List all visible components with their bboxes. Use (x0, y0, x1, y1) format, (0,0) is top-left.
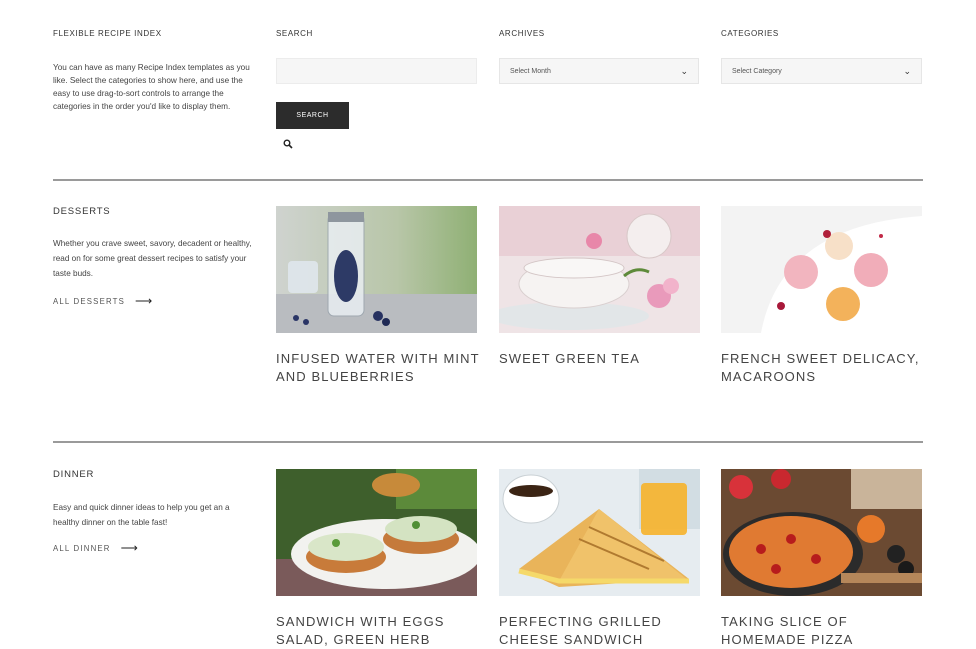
section-description-dinner: Easy and quick dinner ideas to help you … (53, 503, 230, 527)
post-thumbnail-pizza[interactable] (721, 469, 922, 596)
recipe-index-title: FLEXIBLE RECIPE INDEX (53, 29, 162, 38)
section-divider (53, 441, 923, 443)
search-input[interactable] (276, 58, 477, 84)
post-title[interactable]: SANDWICH WITH EGGS SALAD, GREEN HERB (276, 613, 486, 649)
all-desserts-link[interactable]: ALL DESSERTS ⟶ (53, 294, 153, 308)
arrow-right-icon: ⟶ (120, 541, 140, 555)
all-dinner-label: ALL DINNER (53, 543, 111, 553)
search-icon[interactable] (283, 136, 295, 149)
categories-select[interactable]: Select Category ⌄ (721, 58, 922, 84)
archives-select[interactable]: Select Month ⌄ (499, 58, 699, 84)
post-title[interactable]: FRENCH SWEET DELICACY, MACAROONS (721, 350, 931, 386)
post-title[interactable]: PERFECTING GRILLED CHEESE SANDWICH (499, 613, 709, 649)
search-button[interactable]: SEARCH (276, 102, 349, 129)
section-divider (53, 179, 923, 181)
all-desserts-label: ALL DESSERTS (53, 296, 126, 306)
post-title[interactable]: TAKING SLICE OF HOMEMADE PIZZA (721, 613, 931, 649)
post-thumbnail-green-tea[interactable] (499, 206, 700, 333)
archives-selected-value: Select Month (510, 67, 551, 75)
post-title[interactable]: SWEET GREEN TEA (499, 350, 709, 368)
all-dinner-link[interactable]: ALL DINNER ⟶ (53, 541, 139, 555)
post-thumbnail-macaroons[interactable] (721, 206, 922, 333)
chevron-down-icon: ⌄ (903, 65, 911, 76)
post-thumbnail-infused-water[interactable] (276, 206, 477, 333)
arrow-right-icon: ⟶ (135, 294, 154, 308)
categories-selected-value: Select Category (732, 67, 782, 75)
recipe-index-text: You can have as many Recipe Index templa… (53, 63, 250, 111)
section-title-dinner: DINNER (53, 469, 95, 480)
section-description-desserts: Whether you crave sweet, savory, decaden… (53, 239, 252, 278)
categories-title: CATEGORIES (721, 29, 779, 38)
chevron-down-icon: ⌄ (680, 65, 688, 76)
search-title: SEARCH (276, 29, 313, 38)
post-thumbnail-egg-sandwich[interactable] (276, 469, 477, 596)
section-title-desserts: DESSERTS (53, 206, 111, 217)
archives-title: ARCHIVES (499, 29, 545, 38)
post-thumbnail-grilled-cheese[interactable] (499, 469, 700, 596)
post-title[interactable]: INFUSED WATER WITH MINT AND BLUEBERRIES (276, 350, 486, 386)
